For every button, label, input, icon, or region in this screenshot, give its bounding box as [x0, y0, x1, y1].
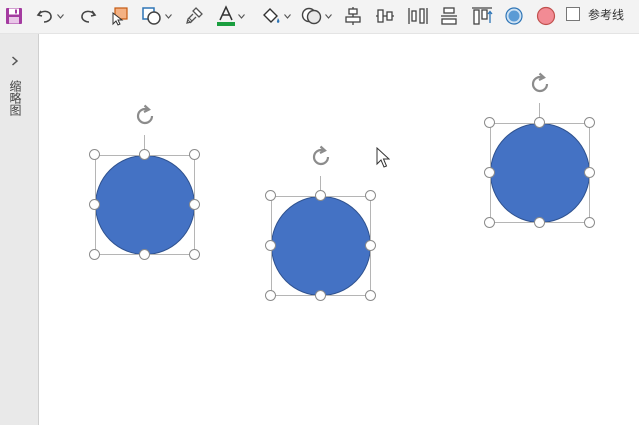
- resize-handle-top[interactable]: [534, 117, 545, 128]
- resize-handle-right[interactable]: [189, 199, 200, 210]
- circle-shape-1[interactable]: [89, 104, 200, 260]
- resize-handle-top-left[interactable]: [89, 149, 100, 160]
- resize-handle-bottom-right[interactable]: [365, 290, 376, 301]
- shapes-button[interactable]: [138, 4, 174, 28]
- selection-frame: [490, 123, 590, 223]
- resize-handle-left[interactable]: [265, 240, 276, 251]
- thumbnail-panel: 缩略图: [0, 34, 39, 425]
- chevron-down-icon: [237, 13, 245, 19]
- resize-handle-bottom-left[interactable]: [89, 249, 100, 260]
- shape-style-red-icon: [536, 6, 556, 26]
- resize-handle-top[interactable]: [139, 149, 150, 160]
- fill-bucket-icon: [262, 8, 279, 23]
- resize-handle-bottom-left[interactable]: [484, 217, 495, 228]
- select-shape-icon: [112, 7, 128, 26]
- format-painter-button[interactable]: [182, 4, 206, 28]
- rotate-handle-icon[interactable]: [308, 144, 334, 170]
- resize-handle-left[interactable]: [89, 199, 100, 210]
- resize-handle-top-right[interactable]: [365, 190, 376, 201]
- resize-handle-bottom[interactable]: [534, 217, 545, 228]
- undo-button[interactable]: [32, 4, 66, 28]
- selection-frame: [271, 196, 371, 296]
- undo-icon: [36, 10, 52, 23]
- slide-canvas[interactable]: [40, 34, 639, 425]
- merge-shapes-button[interactable]: [298, 4, 334, 28]
- save-icon: [6, 8, 22, 24]
- reference-line-checkbox[interactable]: [566, 7, 580, 21]
- resize-handle-right[interactable]: [584, 167, 595, 178]
- merge-shapes-icon: [301, 7, 321, 25]
- resize-handle-bottom[interactable]: [315, 290, 326, 301]
- resize-handle-left[interactable]: [484, 167, 495, 178]
- fill-color-button[interactable]: [258, 4, 294, 28]
- select-shape-button[interactable]: [108, 4, 132, 28]
- resize-handle-bottom-right[interactable]: [584, 217, 595, 228]
- chevron-right-icon: [12, 56, 19, 66]
- distribute-vertical-icon: [408, 8, 428, 24]
- resize-handle-top[interactable]: [315, 190, 326, 201]
- shape-style-blue-button[interactable]: [503, 4, 525, 28]
- mouse-pointer-icon: [376, 147, 390, 168]
- distribute-horizontal-icon: [376, 9, 394, 23]
- resize-handle-bottom-right[interactable]: [189, 249, 200, 260]
- align-top-button[interactable]: [470, 4, 494, 28]
- selection-frame: [95, 155, 195, 255]
- distribute-horizontal-button[interactable]: [374, 4, 396, 28]
- font-color-button[interactable]: [212, 4, 248, 28]
- chevron-down-icon: [164, 13, 172, 19]
- shape-style-blue-icon: [505, 7, 523, 25]
- circle-shape-3[interactable]: [484, 72, 595, 228]
- chevron-down-icon: [324, 13, 332, 19]
- chevron-down-icon: [56, 13, 64, 19]
- reference-line-label[interactable]: 参考线: [588, 5, 624, 25]
- save-button[interactable]: [4, 4, 24, 28]
- resize-handle-bottom-left[interactable]: [265, 290, 276, 301]
- circle-shape-2[interactable]: [265, 145, 376, 301]
- shapes-icon: [141, 7, 161, 25]
- expand-panel-button[interactable]: [8, 54, 22, 68]
- font-color-icon: [216, 5, 235, 26]
- align-top-icon: [472, 7, 493, 25]
- quick-access-toolbar: 参考线: [0, 0, 639, 34]
- thumbnail-panel-label: 缩略图: [8, 80, 22, 116]
- resize-handle-top-left[interactable]: [265, 190, 276, 201]
- resize-handle-right[interactable]: [365, 240, 376, 251]
- distribute-vertical-button[interactable]: [406, 4, 430, 28]
- chevron-down-icon: [283, 13, 291, 19]
- format-painter-icon: [186, 7, 203, 24]
- shape-style-red-button[interactable]: [535, 4, 557, 28]
- align-middle-button[interactable]: [438, 4, 460, 28]
- redo-button[interactable]: [77, 4, 99, 28]
- align-center-horizontal-icon: [345, 7, 361, 25]
- font-color-swatch: [216, 22, 235, 26]
- rotate-handle-icon[interactable]: [527, 71, 553, 97]
- align-middle-icon: [441, 7, 457, 25]
- resize-handle-top-right[interactable]: [189, 149, 200, 160]
- resize-handle-bottom[interactable]: [139, 249, 150, 260]
- redo-icon: [81, 10, 97, 23]
- align-center-button[interactable]: [342, 4, 364, 28]
- rotate-handle-icon[interactable]: [132, 103, 158, 129]
- resize-handle-top-left[interactable]: [484, 117, 495, 128]
- resize-handle-top-right[interactable]: [584, 117, 595, 128]
